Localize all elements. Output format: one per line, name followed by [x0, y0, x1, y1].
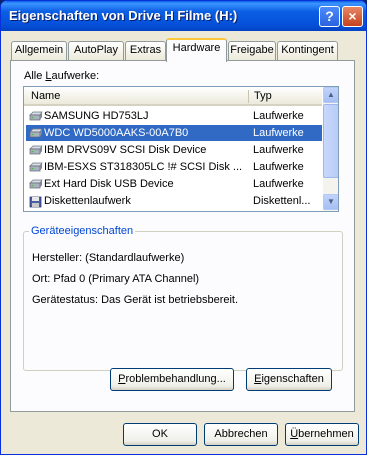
list-header: Name Typ — [24, 87, 322, 106]
properties-button[interactable]: Eigenschaften — [246, 368, 332, 391]
hardware-tab-panel: Alle Laufwerke: Name Typ SAMSUNG HD753LJ… — [10, 60, 355, 412]
drive-row[interactable]: IBM-ESXS ST318305LC !# SCSI Disk ... Lauf… — [26, 159, 322, 175]
properties-dialog: Eigenschaften von Drive H Filme (H:) ? ×… — [0, 0, 367, 455]
drive-type: Laufwerke — [253, 127, 304, 139]
group-title: Geräteeigenschaften — [29, 225, 136, 237]
drive-row[interactable]: Diskettenlaufwerk Diskettenl... — [26, 193, 322, 209]
drive-type: Laufwerke — [253, 110, 304, 122]
drive-name: WDC WD5000AAKS-00A7B0 — [44, 127, 189, 139]
floppy-drive-icon — [29, 196, 42, 208]
ok-button[interactable]: OK — [123, 423, 197, 446]
apply-access-key: Ü — [290, 428, 299, 440]
troubleshoot-button[interactable]: Problembehandlung... — [110, 368, 234, 391]
hard-drive-icon — [29, 162, 43, 172]
title-bar[interactable]: Eigenschaften von Drive H Filme (H:) ? × — [1, 1, 366, 31]
drives-label-prefix: Alle — [24, 70, 46, 82]
drive-row[interactable]: Ext Hard Disk USB Device Laufwerke — [26, 176, 322, 192]
scroll-down-arrow-icon[interactable]: ▼ — [323, 194, 338, 210]
drive-type: Laufwerke — [253, 178, 304, 190]
hard-drive-icon — [29, 145, 43, 155]
dialog-client-area: Allgemein AutoPlay Extras Hardware Freig… — [4, 31, 363, 452]
manufacturer-text: Hersteller: (Standardlaufwerke) — [32, 252, 185, 264]
drive-row[interactable]: IBM DRVS09V SCSI Disk Device Laufwerke — [26, 142, 322, 158]
drive-row[interactable]: WDC WD5000AAKS-00A7B0 Laufwerke — [26, 125, 322, 141]
drive-name: IBM DRVS09V SCSI Disk Device — [44, 144, 207, 156]
drive-type: Laufwerke — [253, 161, 304, 173]
troubleshoot-label: roblembehandlung... — [125, 373, 226, 385]
drive-name: IBM-ESXS ST318305LC !# SCSI Disk ... — [44, 161, 243, 173]
tab-autoplay[interactable]: AutoPlay — [68, 41, 124, 61]
drive-type: Diskettenl... — [253, 195, 311, 207]
column-header-name[interactable]: Name — [31, 90, 60, 102]
column-header-type[interactable]: Typ — [254, 90, 272, 102]
help-button[interactable]: ? — [319, 6, 340, 27]
troubleshoot-access-key: P — [118, 373, 126, 385]
window-title: Eigenschaften von Drive H Filme (H:) — [9, 8, 238, 23]
drives-label: Alle Laufwerke: — [24, 70, 99, 82]
tab-extras[interactable]: Extras — [125, 41, 166, 61]
hard-drive-icon — [29, 128, 43, 138]
drive-name: SAMSUNG HD753LJ — [44, 110, 149, 122]
hard-drive-icon — [29, 179, 43, 189]
drive-name: Ext Hard Disk USB Device — [44, 178, 174, 190]
cancel-button[interactable]: Abbrechen — [204, 423, 278, 446]
device-status-text: Gerätestatus: Das Gerät ist betriebsbere… — [32, 294, 239, 306]
apply-label: bernehmen — [298, 428, 354, 440]
tab-kontingent[interactable]: Kontingent — [277, 41, 338, 61]
list-scrollbar[interactable]: ▲ ▼ — [323, 87, 338, 211]
tab-hardware[interactable]: Hardware — [166, 38, 227, 62]
apply-button[interactable]: Übernehmen — [285, 423, 359, 446]
drive-name: Diskettenlaufwerk — [44, 195, 131, 207]
drives-label-suffix: aufwerke: — [51, 70, 100, 82]
scroll-up-arrow-icon[interactable]: ▲ — [323, 87, 338, 103]
close-button[interactable]: × — [342, 6, 363, 27]
properties-label: igenschaften — [261, 373, 324, 385]
drives-list[interactable]: Name Typ SAMSUNG HD753LJ Laufwerke WDC WD5… — [23, 86, 339, 212]
column-separator[interactable] — [248, 90, 249, 103]
location-text: Ort: Pfad 0 (Primary ATA Channel) — [32, 273, 200, 285]
hard-drive-icon — [29, 111, 43, 121]
scroll-thumb[interactable] — [323, 104, 338, 178]
tab-allgemein[interactable]: Allgemein — [11, 41, 67, 61]
tab-freigabe[interactable]: Freigabe — [228, 41, 276, 61]
drive-type: Laufwerke — [253, 144, 304, 156]
drive-row[interactable]: SAMSUNG HD753LJ Laufwerke — [26, 108, 322, 124]
